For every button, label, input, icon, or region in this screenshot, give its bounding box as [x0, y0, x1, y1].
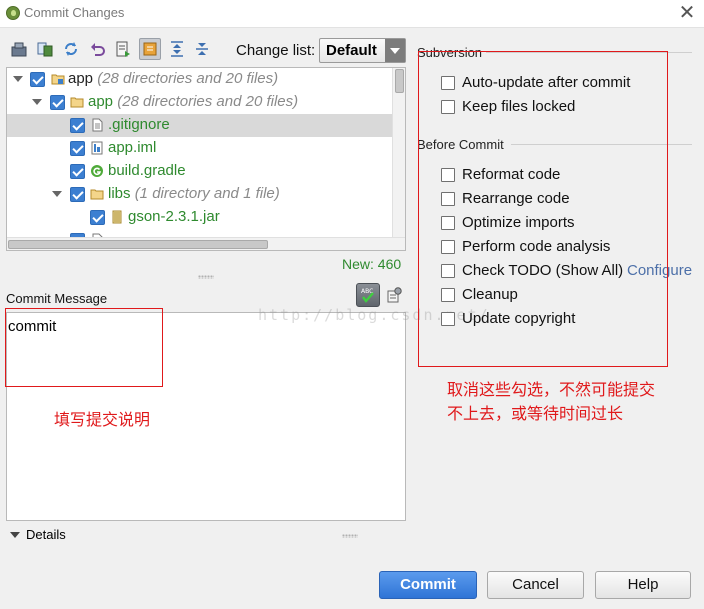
- android-studio-icon: [6, 6, 20, 20]
- file-checkbox[interactable]: [70, 118, 85, 133]
- commit-message-label: Commit Message: [6, 291, 108, 306]
- iml-file-icon: [90, 141, 104, 155]
- tree-row[interactable]: build.gradle: [7, 160, 392, 183]
- spell-check-icon[interactable]: ABC: [356, 283, 380, 307]
- new-files-count: New: 460: [342, 256, 402, 272]
- changed-files-tree[interactable]: app (28 directories and 20 files) app (2…: [6, 67, 406, 251]
- annotation-box-message: [5, 308, 163, 387]
- tree-row[interactable]: libs (1 directory and 1 file): [7, 183, 392, 206]
- annotation-line: 不上去，或等待时间过长: [447, 404, 624, 423]
- title-bar: Commit Changes ✕: [0, 0, 704, 28]
- annotation-line: 取消这些勾选，不然可能提交: [447, 380, 656, 399]
- pack-icon[interactable]: [10, 40, 28, 58]
- tree-row[interactable]: app (28 directories and 20 files): [7, 68, 392, 91]
- collapse-all-icon[interactable]: [193, 40, 211, 58]
- tree-row[interactable]: .gitignore: [7, 114, 392, 137]
- file-checkbox[interactable]: [30, 72, 45, 87]
- annotation-options-note: 取消这些勾选，不然可能提交 不上去，或等待时间过长: [447, 378, 655, 426]
- scrollbar-thumb[interactable]: [395, 69, 404, 93]
- tree-row[interactable]: app.iml: [7, 137, 392, 160]
- splitter-grip[interactable]: [342, 534, 358, 538]
- chevron-down-icon[interactable]: [10, 532, 20, 538]
- annotation-message-note: 填写提交说明: [54, 410, 151, 429]
- changelist-label: Change list:: [236, 42, 316, 59]
- tree-node-label: gson-2.3.1.jar: [128, 208, 220, 225]
- tree-row[interactable]: gson-2.3.1.jar: [7, 206, 392, 229]
- tree-node-label: app: [68, 70, 94, 87]
- folder-icon: [70, 95, 84, 109]
- tree-node-meta: (28 directories and 20 files): [117, 93, 299, 110]
- changelist-dropdown[interactable]: Default: [319, 38, 406, 63]
- changes-toolbar: Change list: Default: [8, 38, 408, 63]
- close-icon[interactable]: ✕: [676, 2, 698, 24]
- text-file-icon: [90, 118, 104, 132]
- tree-node-meta: (1 directory and 1 file): [134, 185, 280, 202]
- jar-file-icon: [110, 210, 124, 224]
- scrollbar-thumb[interactable]: [8, 240, 268, 249]
- changelist-value: Default: [326, 42, 377, 59]
- help-button[interactable]: Help: [595, 571, 691, 599]
- refresh-icon[interactable]: [62, 40, 80, 58]
- history-icon[interactable]: [114, 40, 132, 58]
- tree-horizontal-scrollbar[interactable]: [7, 237, 405, 250]
- splitter-grip[interactable]: [198, 275, 214, 279]
- file-checkbox[interactable]: [50, 95, 65, 110]
- expand-all-icon[interactable]: [168, 40, 186, 58]
- group-by-icon[interactable]: [139, 38, 161, 60]
- tree-row[interactable]: app (28 directories and 20 files): [7, 91, 392, 114]
- tree-vertical-scrollbar[interactable]: [392, 68, 405, 238]
- chevron-down-icon[interactable]: [13, 76, 23, 82]
- tree-node-label: libs: [108, 185, 131, 202]
- cancel-button[interactable]: Cancel: [487, 571, 584, 599]
- tree-node-label: .gitignore: [108, 116, 170, 133]
- module-folder-icon: [51, 72, 65, 86]
- chevron-down-icon[interactable]: [32, 99, 42, 105]
- chevron-down-icon[interactable]: [52, 191, 62, 197]
- commit-button[interactable]: Commit: [379, 571, 477, 599]
- file-checkbox[interactable]: [70, 141, 85, 156]
- tree-node-meta: (28 directories and 20 files): [97, 70, 279, 87]
- diff-icon[interactable]: [36, 40, 54, 58]
- window-title: Commit Changes: [24, 5, 125, 20]
- tree-node-label: app.iml: [108, 139, 157, 156]
- folder-icon: [90, 187, 104, 201]
- chevron-down-icon[interactable]: [385, 39, 405, 62]
- tree-node-label: build.gradle: [108, 162, 186, 179]
- file-checkbox[interactable]: [70, 164, 85, 179]
- details-label: Details: [26, 527, 66, 542]
- file-checkbox[interactable]: [90, 210, 105, 225]
- file-checkbox[interactable]: [70, 187, 85, 202]
- revert-icon[interactable]: [88, 40, 106, 58]
- annotation-box-options: [418, 51, 668, 367]
- message-history-icon[interactable]: [386, 287, 402, 303]
- tree-node-label: app: [88, 93, 114, 110]
- gradle-file-icon: [90, 164, 104, 178]
